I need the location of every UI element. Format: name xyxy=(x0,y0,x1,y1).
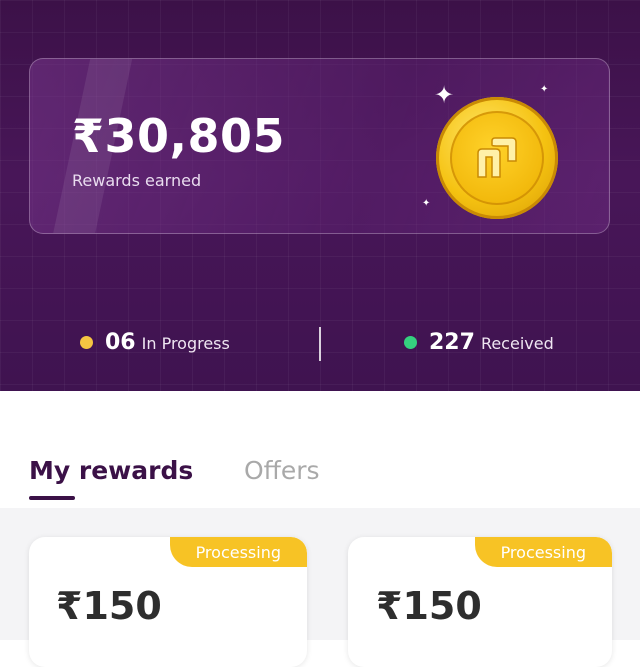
tab-my-rewards[interactable]: My rewards xyxy=(29,456,193,486)
status-badge: Processing xyxy=(474,537,612,567)
in-progress-count: 06 xyxy=(105,330,136,355)
tab-offers[interactable]: Offers xyxy=(244,456,320,486)
reward-card[interactable]: Processing ₹150 xyxy=(348,537,612,667)
total-rewards-caption: Rewards earned xyxy=(72,171,202,190)
rewards-tabs: My rewards Offers xyxy=(0,440,640,510)
status-badge: Processing xyxy=(169,537,307,567)
received-count: 227 xyxy=(429,330,475,355)
reward-card[interactable]: Processing ₹150 xyxy=(29,537,307,667)
coin-logo-icon xyxy=(477,137,517,178)
reward-amount: ₹150 xyxy=(376,584,482,628)
total-rewards-amount: ₹30,805 xyxy=(72,109,286,163)
rewards-summary-card: ₹30,805 Rewards earned ✦ ✦ ✦ xyxy=(29,58,610,234)
stat-received[interactable]: 227 Received xyxy=(404,330,554,355)
received-dot-icon xyxy=(404,336,417,349)
stat-in-progress[interactable]: 06 In Progress xyxy=(80,330,230,355)
stats-divider xyxy=(319,327,321,361)
sparkle-icon: ✦ xyxy=(422,198,431,209)
received-label: Received xyxy=(480,334,554,353)
reward-amount: ₹150 xyxy=(56,584,162,628)
in-progress-dot-icon xyxy=(80,336,93,349)
in-progress-label: In Progress xyxy=(141,334,230,353)
sparkle-icon: ✦ xyxy=(540,84,549,95)
active-tab-indicator xyxy=(29,496,75,500)
rewards-header: ₹30,805 Rewards earned ✦ ✦ ✦ 06 In Progr… xyxy=(0,0,640,391)
reward-coin-icon xyxy=(436,97,558,219)
rewards-stats-row: 06 In Progress 227 Received xyxy=(0,320,640,370)
sparkle-icon: ✦ xyxy=(434,81,455,109)
